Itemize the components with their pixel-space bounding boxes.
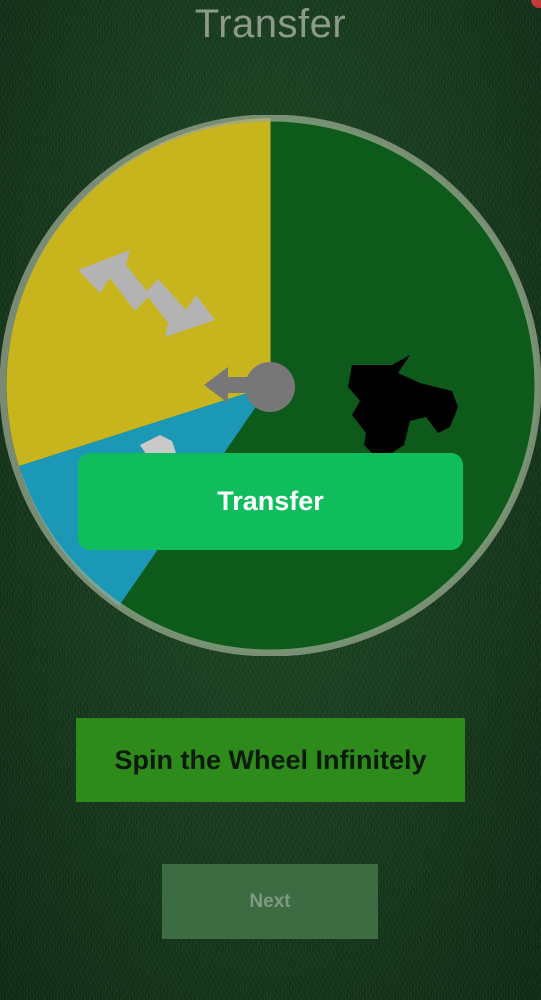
page-title: Transfer — [194, 2, 347, 46]
next-button[interactable]: Next — [162, 864, 378, 939]
prize-wheel[interactable] — [0, 115, 541, 656]
result-banner: Transfer — [78, 453, 463, 550]
spin-infinitely-button[interactable]: Spin the Wheel Infinitely — [76, 718, 465, 802]
